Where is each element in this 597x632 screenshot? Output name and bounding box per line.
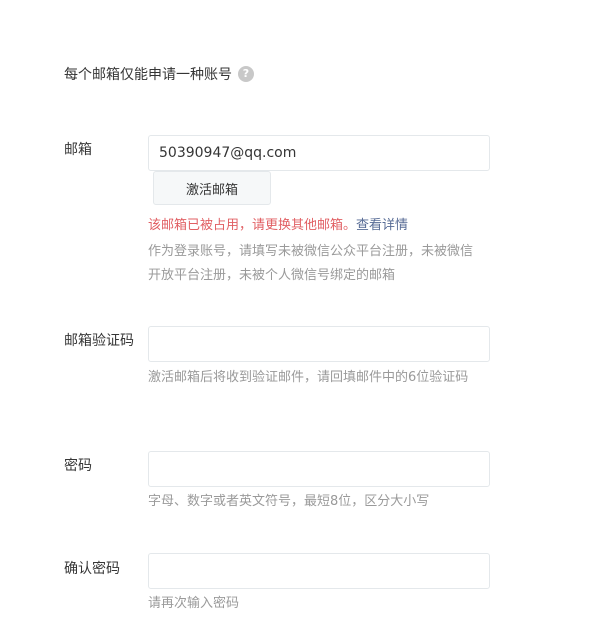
question-circle-icon[interactable]: ? [238, 66, 254, 82]
email-tip: 作为登录账号，请填写未被微信公众平台注册，未被微信开放平台注册，未被个人微信号绑… [148, 244, 474, 283]
password-tip: 字母、数字或者英文符号，最短8位，区分大小写 [148, 494, 430, 509]
verify-code-label: 邮箱验证码 [64, 333, 134, 349]
verify-code-field[interactable] [148, 326, 490, 362]
view-details-link[interactable]: 查看详情 [356, 218, 408, 233]
verify-code-tip: 激活邮箱后将收到验证邮件，请回填邮件中的6位验证码 [148, 370, 469, 385]
confirm-password-field[interactable] [148, 553, 490, 589]
notice-text: 每个邮箱仅能申请一种账号 [64, 67, 232, 83]
account-type-notice: 每个邮箱仅能申请一种账号 ? [64, 64, 254, 84]
email-field[interactable]: 50390947@qq.com [148, 135, 490, 171]
activate-email-button[interactable]: 激活邮箱 [153, 171, 271, 205]
email-field-value: 50390947@qq.com [159, 145, 297, 161]
confirm-password-label: 确认密码 [64, 561, 120, 577]
email-label: 邮箱 [64, 142, 92, 158]
password-label: 密码 [64, 458, 92, 474]
confirm-password-tip: 请再次输入密码 [148, 596, 240, 611]
password-field[interactable] [148, 451, 490, 487]
email-error-message: 该邮箱已被占用，请更换其他邮箱。查看详情 [148, 216, 408, 236]
email-error-text: 该邮箱已被占用，请更换其他邮箱。 [148, 218, 357, 233]
